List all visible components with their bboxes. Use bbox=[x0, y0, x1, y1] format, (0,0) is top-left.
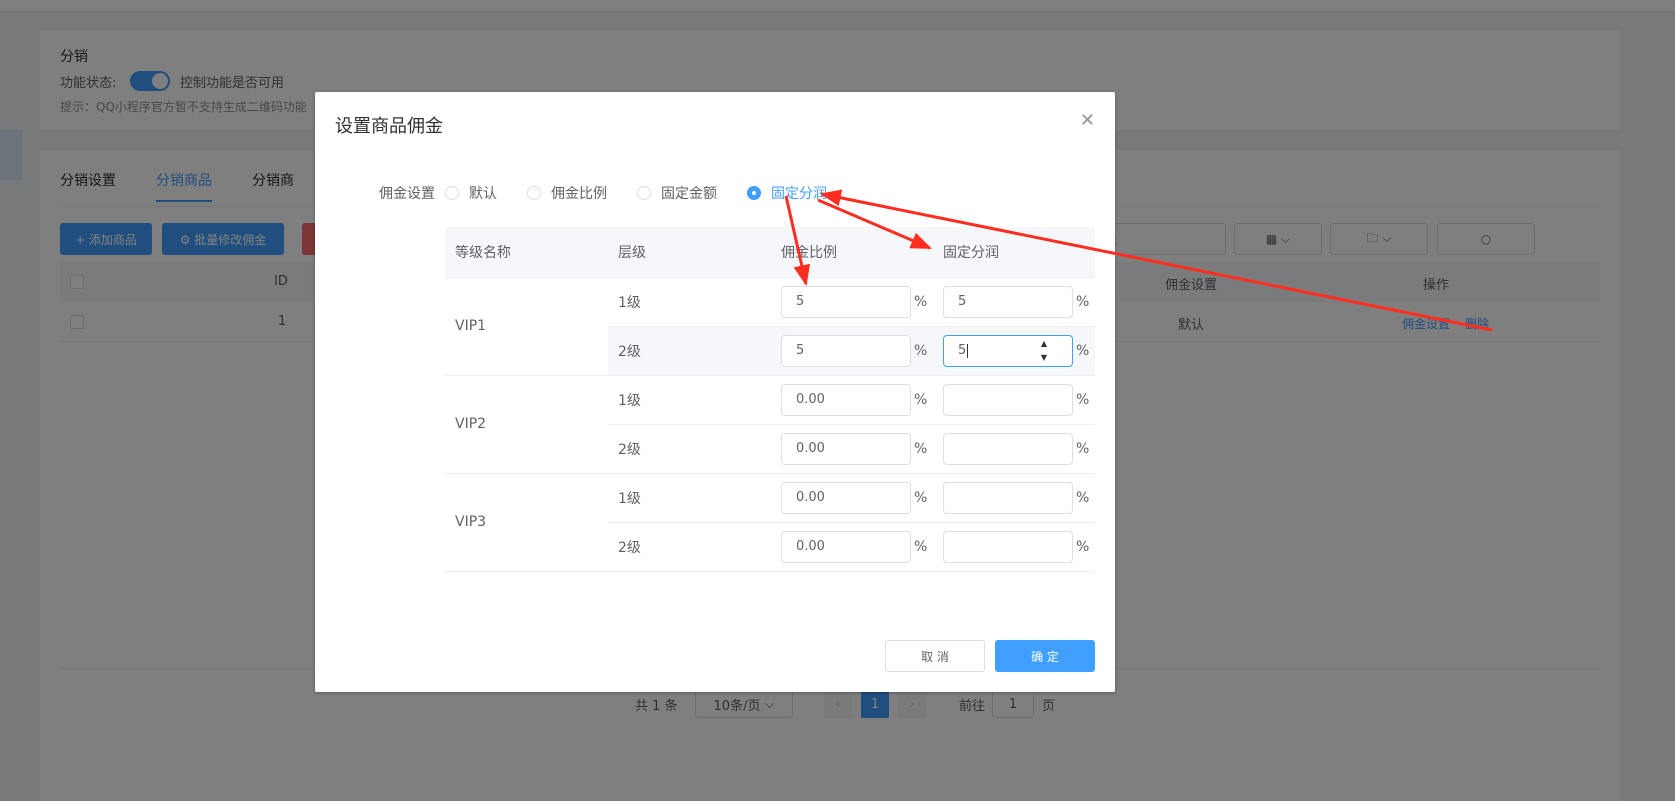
number-spinner[interactable]: ▲ ▼ bbox=[1038, 339, 1050, 363]
cancel-button[interactable]: 取 消 bbox=[885, 640, 985, 672]
percent-unit: % bbox=[1076, 391, 1090, 408]
percent-unit: % bbox=[1076, 538, 1090, 555]
ratio-field-wrap: 0.00% bbox=[781, 383, 933, 416]
percent-unit: % bbox=[914, 391, 928, 408]
radio-default[interactable]: 默认 bbox=[445, 183, 497, 203]
level-cell: VIP1 bbox=[445, 277, 608, 376]
ratio-field-wrap: 0.00% bbox=[781, 432, 933, 465]
dialog-footer: 取 消 确 定 bbox=[885, 640, 1095, 672]
fixed-share-value: 5 bbox=[958, 343, 967, 358]
percent-unit: % bbox=[914, 489, 928, 506]
fixed-share-input[interactable] bbox=[943, 432, 1073, 465]
radio-fixed-share[interactable]: 固定分润 bbox=[747, 183, 827, 203]
radio-checked-icon[interactable] bbox=[747, 186, 761, 200]
radio-circle-icon[interactable] bbox=[637, 186, 651, 200]
text-caret bbox=[967, 343, 969, 358]
ratio-input[interactable]: 0.00 bbox=[781, 432, 911, 465]
commission-table: 等级名称 层级 佣金比例 固定分润 VIP1 1级 5% 5% 2级 5% 5 … bbox=[445, 227, 1095, 572]
ratio-input[interactable]: 5 bbox=[781, 334, 911, 367]
header-tier: 层级 bbox=[608, 227, 771, 278]
ratio-input[interactable]: 0.00 bbox=[781, 481, 911, 514]
ratio-field-wrap: 0.00% bbox=[781, 481, 933, 514]
table-row: VIP1 1级 5% 5% bbox=[445, 277, 1095, 376]
percent-unit: % bbox=[914, 440, 928, 457]
fixed-field-wrap: 5% bbox=[943, 285, 1095, 318]
fixed-share-input[interactable] bbox=[943, 530, 1073, 563]
fixed-field-wrap: % bbox=[943, 383, 1095, 416]
percent-unit: % bbox=[914, 293, 928, 310]
fixed-share-input[interactable] bbox=[943, 481, 1073, 514]
percent-unit: % bbox=[1076, 440, 1090, 457]
commission-dialog: 设置商品佣金 ✕ 佣金设置 默认 佣金比例 固定金额 固定分润 等级名称 层级 … bbox=[315, 92, 1115, 692]
radio-circle-icon[interactable] bbox=[527, 186, 541, 200]
radio-fixed-amount[interactable]: 固定金额 bbox=[637, 183, 717, 203]
tier-cell: 1级 bbox=[608, 473, 771, 523]
ratio-field-wrap: 5% bbox=[781, 334, 933, 367]
radio-circle-icon[interactable] bbox=[445, 186, 459, 200]
fixed-field-wrap: 5 ▲ ▼ % bbox=[943, 334, 1095, 367]
tier-cell: 1级 bbox=[608, 375, 771, 425]
header-ratio: 佣金比例 bbox=[771, 227, 933, 278]
fixed-share-input[interactable] bbox=[943, 383, 1073, 416]
percent-unit: % bbox=[914, 538, 928, 555]
table-header-row: 等级名称 层级 佣金比例 固定分润 bbox=[445, 227, 1095, 278]
ratio-field-wrap: 5% bbox=[781, 285, 933, 318]
radio-label: 佣金比例 bbox=[551, 186, 607, 202]
radio-label: 固定金额 bbox=[661, 186, 717, 202]
header-fixed-share: 固定分润 bbox=[933, 227, 1095, 278]
commission-setting-label: 佣金设置 bbox=[379, 186, 435, 202]
radio-label: 固定分润 bbox=[771, 186, 827, 202]
level-cell: VIP3 bbox=[445, 473, 608, 572]
percent-unit: % bbox=[914, 342, 928, 359]
fixed-share-input[interactable]: 5 bbox=[943, 285, 1073, 318]
ratio-input[interactable]: 5 bbox=[781, 285, 911, 318]
fixed-field-wrap: % bbox=[943, 481, 1095, 514]
spin-down-icon[interactable]: ▼ bbox=[1041, 353, 1047, 363]
percent-unit: % bbox=[1076, 342, 1090, 359]
header-level-name: 等级名称 bbox=[445, 227, 608, 278]
radio-label: 默认 bbox=[469, 186, 497, 202]
level-cell: VIP2 bbox=[445, 375, 608, 474]
dialog-title: 设置商品佣金 bbox=[335, 116, 443, 137]
ratio-input[interactable]: 0.00 bbox=[781, 530, 911, 563]
percent-unit: % bbox=[1076, 489, 1090, 506]
fixed-field-wrap: % bbox=[943, 432, 1095, 465]
commission-type-radios: 默认 佣金比例 固定金额 固定分润 bbox=[445, 183, 857, 203]
percent-unit: % bbox=[1076, 293, 1090, 310]
fixed-share-input-focused[interactable]: 5 ▲ ▼ bbox=[943, 334, 1073, 367]
tier-cell: 1级 bbox=[608, 277, 771, 327]
table-row: VIP2 1级 0.00% % bbox=[445, 375, 1095, 474]
fixed-field-wrap: % bbox=[943, 530, 1095, 563]
ratio-field-wrap: 0.00% bbox=[781, 530, 933, 563]
table-row: VIP3 1级 0.00% % bbox=[445, 473, 1095, 572]
tier-cell: 2级 bbox=[608, 326, 771, 376]
radio-ratio[interactable]: 佣金比例 bbox=[527, 183, 607, 203]
spin-up-icon[interactable]: ▲ bbox=[1041, 339, 1047, 349]
confirm-button[interactable]: 确 定 bbox=[995, 640, 1095, 672]
ratio-input[interactable]: 0.00 bbox=[781, 383, 911, 416]
tier-cell: 2级 bbox=[608, 424, 771, 474]
tier-cell: 2级 bbox=[608, 522, 771, 572]
close-icon[interactable]: ✕ bbox=[1080, 110, 1095, 131]
